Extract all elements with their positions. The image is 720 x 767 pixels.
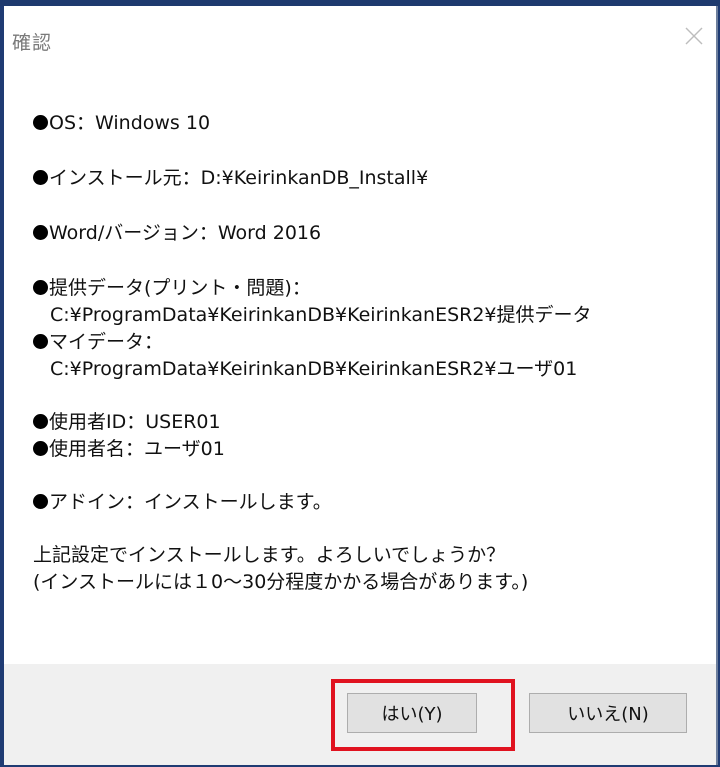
close-button[interactable] (672, 16, 716, 56)
yes-button[interactable]: はい(Y) (347, 693, 477, 733)
title-bar: 確認 (4, 6, 716, 70)
my-data-path: C:¥ProgramData¥KeirinkanDB¥KeirinkanESR2… (50, 358, 578, 380)
bullet-icon (33, 280, 48, 295)
addin-info: アドイン：インストールします。 (33, 489, 696, 516)
button-bar: はい(Y) いいえ(N) (4, 664, 716, 765)
os-info: OS：Windows 10 (33, 110, 696, 137)
install-source-info: インストール元：D:¥KeirinkanDB_Install¥ (33, 165, 696, 192)
confirm-note: (インストールには１0～30分程度かかる場合があります。) (33, 571, 529, 593)
my-data-label: マイデータ： (33, 329, 696, 356)
provided-data-path: C:¥ProgramData¥KeirinkanDB¥KeirinkanESR2… (50, 304, 592, 326)
bullet-icon (33, 414, 48, 429)
word-version-info: Word/バージョン：Word 2016 (33, 220, 696, 247)
no-button[interactable]: いいえ(N) (529, 693, 687, 733)
bullet-icon (33, 225, 48, 240)
bullet-icon (33, 441, 48, 456)
close-icon (685, 27, 703, 45)
message-body: OS：Windows 10 インストール元：D:¥KeirinkanDB_Ins… (33, 110, 696, 596)
confirm-question: 上記設定でインストールします。よろしいでしょうか？ (33, 544, 506, 566)
user-id-info: 使用者ID：USER01 (33, 409, 696, 436)
bullet-icon (33, 115, 48, 130)
bullet-icon (33, 334, 48, 349)
bullet-icon (33, 494, 48, 509)
user-name-info: 使用者名：ユーザ01 (33, 436, 696, 463)
confirm-dialog: 確認 OS：Windows 10 インストール元：D:¥KeirinkanDB_… (4, 6, 718, 765)
provided-data-label: 提供データ(プリント・問題)： (33, 275, 696, 302)
bullet-icon (33, 170, 48, 185)
dialog-title: 確認 (12, 32, 53, 54)
